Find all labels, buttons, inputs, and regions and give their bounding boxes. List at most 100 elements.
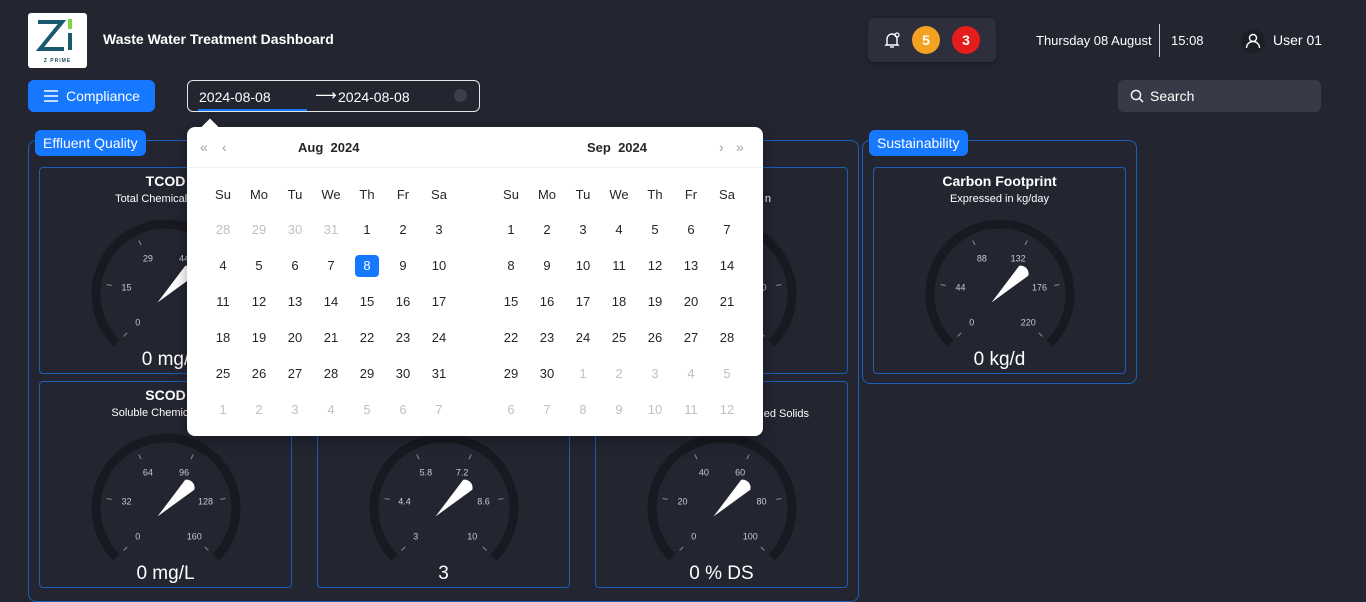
search-box[interactable]: Search (1118, 80, 1321, 112)
day-cell[interactable]: 1 (571, 363, 595, 385)
day-cell[interactable]: 6 (499, 399, 523, 421)
day-cell[interactable]: 12 (643, 255, 667, 277)
day-cell[interactable]: 4 (679, 363, 703, 385)
day-cell[interactable]: 27 (283, 363, 307, 385)
day-cell[interactable]: 11 (679, 399, 703, 421)
day-cell[interactable]: 27 (679, 327, 703, 349)
day-cell[interactable]: 29 (247, 219, 271, 241)
next-year-icon[interactable]: » (736, 139, 744, 155)
day-cell[interactable]: 3 (427, 219, 451, 241)
compliance-button[interactable]: Compliance (28, 80, 155, 112)
day-cell[interactable]: 3 (643, 363, 667, 385)
day-cell[interactable]: 16 (535, 291, 559, 313)
day-cell[interactable]: 26 (643, 327, 667, 349)
day-cell[interactable]: 25 (211, 363, 235, 385)
selected-day-cell[interactable]: 8 (355, 255, 379, 277)
bell-icon[interactable] (882, 30, 902, 50)
day-cell[interactable]: 2 (247, 399, 271, 421)
day-cell[interactable]: 23 (391, 327, 415, 349)
day-cell[interactable]: 24 (427, 327, 451, 349)
day-cell[interactable]: 9 (535, 255, 559, 277)
day-cell[interactable]: 26 (247, 363, 271, 385)
day-cell[interactable]: 5 (247, 255, 271, 277)
day-cell[interactable]: 10 (571, 255, 595, 277)
day-cell[interactable]: 1 (355, 219, 379, 241)
user-name[interactable]: User 01 (1273, 32, 1322, 48)
prev-year-icon[interactable]: « (200, 139, 208, 155)
day-cell[interactable]: 22 (355, 327, 379, 349)
day-cell[interactable]: 11 (607, 255, 631, 277)
day-cell[interactable]: 31 (319, 219, 343, 241)
day-cell[interactable]: 5 (643, 219, 667, 241)
day-cell[interactable]: 2 (391, 219, 415, 241)
day-cell[interactable]: 8 (571, 399, 595, 421)
day-cell[interactable]: 25 (607, 327, 631, 349)
carbon-footprint-gauge-card[interactable]: Carbon Footprint Expressed in kg/day 0 k… (873, 167, 1126, 374)
day-cell[interactable]: 5 (715, 363, 739, 385)
day-cell[interactable]: 28 (715, 327, 739, 349)
day-cell[interactable]: 19 (643, 291, 667, 313)
day-cell[interactable]: 20 (283, 327, 307, 349)
day-cell[interactable]: 18 (211, 327, 235, 349)
day-cell[interactable]: 29 (355, 363, 379, 385)
day-cell[interactable]: 4 (319, 399, 343, 421)
day-cell[interactable]: 17 (571, 291, 595, 313)
day-cell[interactable]: 8 (499, 255, 523, 277)
day-cell[interactable]: 11 (211, 291, 235, 313)
day-cell[interactable]: 9 (391, 255, 415, 277)
day-cell[interactable]: 28 (319, 363, 343, 385)
end-date-input[interactable]: 2024-08-08 (338, 89, 410, 105)
day-cell[interactable]: 10 (427, 255, 451, 277)
day-cell[interactable]: 23 (535, 327, 559, 349)
day-cell[interactable]: 4 (211, 255, 235, 277)
day-cell[interactable]: 19 (247, 327, 271, 349)
day-cell[interactable]: 7 (535, 399, 559, 421)
day-cell[interactable]: 3 (571, 219, 595, 241)
day-cell[interactable]: 30 (391, 363, 415, 385)
day-cell[interactable]: 13 (679, 255, 703, 277)
day-cell[interactable]: 6 (283, 255, 307, 277)
day-cell[interactable]: 7 (715, 219, 739, 241)
day-cell[interactable]: 21 (319, 327, 343, 349)
day-cell[interactable]: 20 (679, 291, 703, 313)
next-month-icon[interactable]: › (719, 139, 724, 155)
day-cell[interactable]: 1 (211, 399, 235, 421)
start-date-input[interactable]: 2024-08-08 (199, 89, 271, 105)
day-cell[interactable]: 6 (679, 219, 703, 241)
day-cell[interactable]: 6 (391, 399, 415, 421)
day-cell[interactable]: 31 (427, 363, 451, 385)
day-cell[interactable]: 5 (355, 399, 379, 421)
day-cell[interactable]: 12 (715, 399, 739, 421)
day-cell[interactable]: 7 (427, 399, 451, 421)
day-cell[interactable]: 15 (355, 291, 379, 313)
day-cell[interactable]: 2 (607, 363, 631, 385)
day-cell[interactable]: 14 (715, 255, 739, 277)
day-cell[interactable]: 15 (499, 291, 523, 313)
day-cell[interactable]: 28 (211, 219, 235, 241)
day-cell[interactable]: 17 (427, 291, 451, 313)
day-cell[interactable]: 13 (283, 291, 307, 313)
clear-icon[interactable] (454, 89, 467, 102)
day-cell[interactable]: 7 (319, 255, 343, 277)
prev-month-icon[interactable]: ‹ (222, 139, 227, 155)
day-cell[interactable]: 10 (643, 399, 667, 421)
right-month-title[interactable]: Sep 2024 (587, 140, 647, 155)
day-cell[interactable]: 16 (391, 291, 415, 313)
day-cell[interactable]: 12 (247, 291, 271, 313)
day-cell[interactable]: 21 (715, 291, 739, 313)
day-cell[interactable]: 30 (535, 363, 559, 385)
day-cell[interactable]: 3 (283, 399, 307, 421)
day-cell[interactable]: 14 (319, 291, 343, 313)
day-cell[interactable]: 29 (499, 363, 523, 385)
warning-count-badge[interactable]: 5 (912, 26, 940, 54)
day-cell[interactable]: 30 (283, 219, 307, 241)
day-cell[interactable]: 24 (571, 327, 595, 349)
left-month-title[interactable]: Aug 2024 (298, 140, 359, 155)
user-avatar[interactable] (1241, 29, 1265, 53)
alarm-count-badge[interactable]: 3 (952, 26, 980, 54)
day-cell[interactable]: 9 (607, 399, 631, 421)
day-cell[interactable]: 1 (499, 219, 523, 241)
day-cell[interactable]: 2 (535, 219, 559, 241)
day-cell[interactable]: 4 (607, 219, 631, 241)
day-cell[interactable]: 22 (499, 327, 523, 349)
